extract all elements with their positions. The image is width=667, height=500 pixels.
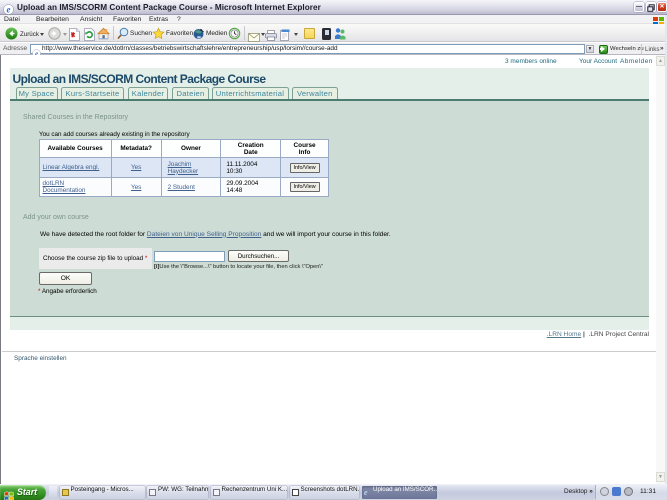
svg-text:e: e	[7, 5, 11, 15]
